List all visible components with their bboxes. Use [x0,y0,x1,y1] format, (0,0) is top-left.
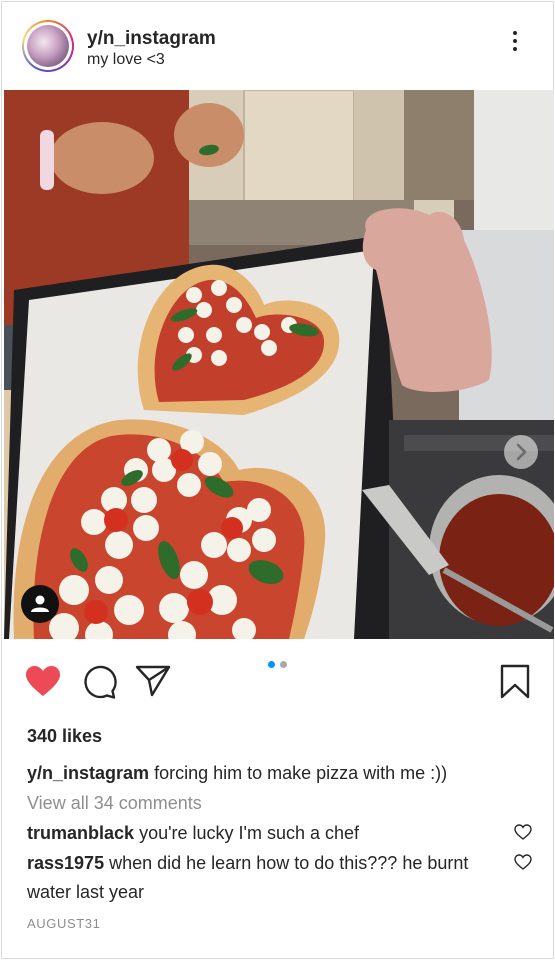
comment-like-button[interactable] [514,854,532,870]
view-all-comments-link[interactable]: View all 34 comments [27,793,202,814]
avatar-image [27,25,69,67]
user-tag-icon [31,595,49,612]
post-card: y/n_instagram my love <3 340 likes y/n_i… [1,1,554,959]
post-caption: y/n_instagram forcing him to make pizza … [27,763,527,784]
post-username[interactable]: y/n_instagram [87,28,215,50]
comment-username[interactable]: rass1975 [27,853,104,873]
comment-like-button[interactable] [514,824,532,840]
user-tags-button[interactable] [21,585,59,623]
post-subtitle: my love <3 [87,51,165,68]
comment-username[interactable]: trumanblack [27,823,134,843]
caption-text: forcing him to make pizza with me :)) [154,763,448,783]
heart-filled-icon [26,666,60,696]
pizza-photo-illustration [4,90,554,639]
like-button[interactable] [24,664,62,698]
next-image-button[interactable] [504,435,538,469]
chevron-right-icon [516,443,527,461]
post-header: y/n_instagram my love <3 [2,2,555,89]
carousel-dot [280,661,287,668]
more-dots-icon[interactable] [504,28,526,54]
post-photo[interactable] [4,90,554,639]
caption-username[interactable]: y/n_instagram [27,763,149,783]
heart-outline-icon [514,824,532,840]
save-button[interactable] [499,664,531,700]
post-date: AUGUST31 [27,916,101,931]
comment-button[interactable] [81,664,117,700]
bookmark-icon [500,664,530,699]
share-button[interactable] [135,664,171,698]
comment-item: trumanblack you're lucky I'm such a chef [27,819,497,848]
like-count[interactable]: 340 likes [27,726,102,747]
comment-item: rass1975 when did he learn how to do thi… [27,849,497,907]
avatar[interactable] [22,20,74,72]
comment-text: you're lucky I'm such a chef [139,823,360,843]
carousel-dot-active [268,661,275,668]
paper-plane-icon [135,665,171,697]
comment-bubble-icon [84,665,117,699]
heart-outline-icon [514,854,532,870]
